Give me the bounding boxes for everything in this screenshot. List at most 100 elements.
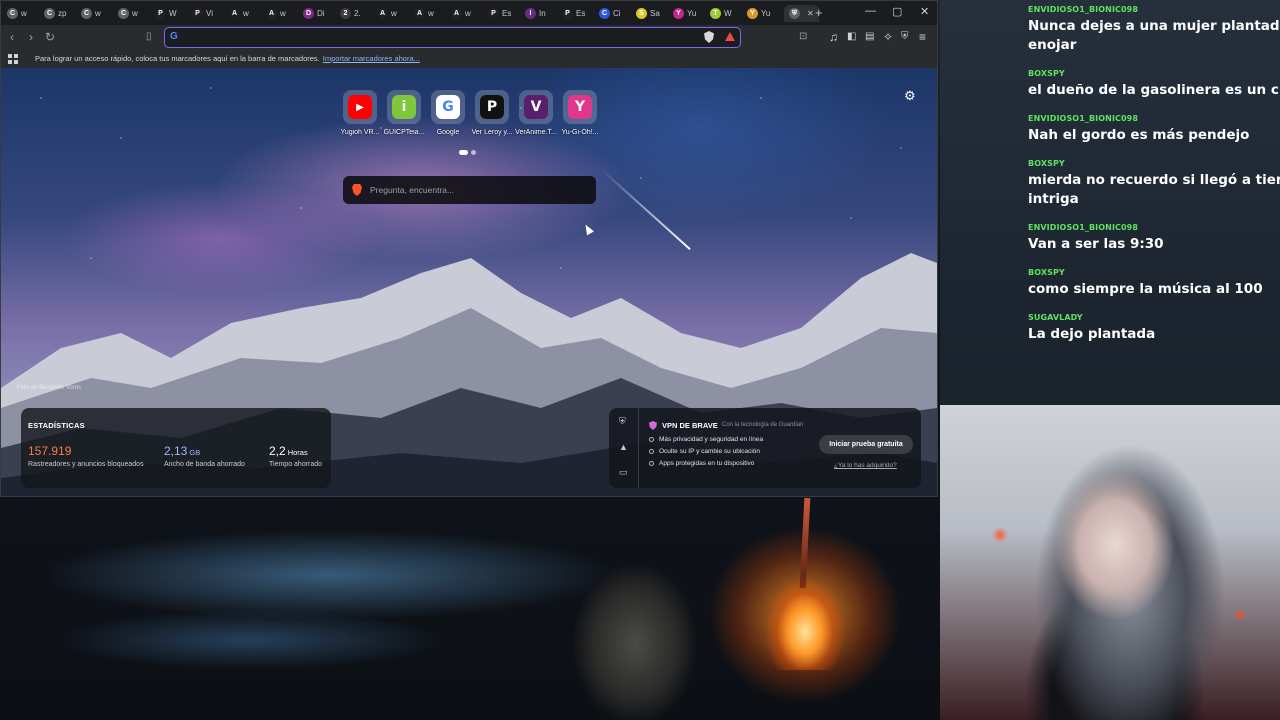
browser-tab[interactable]: Y Yu xyxy=(747,5,770,22)
youtube-icon: ▶ xyxy=(348,95,372,119)
active-tab[interactable]: ⛨ ✕ xyxy=(784,5,819,22)
brave-shields-icon[interactable] xyxy=(704,31,714,43)
toolbar: ‹ › ↻ ▯ G ⊡ ♫ ◧ ▤ ✧ ⛨ ≡ xyxy=(1,25,937,50)
tab-favicon-icon: P xyxy=(562,8,573,19)
vpn-tech-note: Con la tecnología de Guardian xyxy=(722,422,804,428)
new-tab-button[interactable]: + xyxy=(815,5,823,20)
tab-favicon-icon: P xyxy=(155,8,166,19)
tab-favicon-icon: D xyxy=(303,8,314,19)
chat-message: ENVIDIOSO1_BIONIC098 Nah el gordo es más… xyxy=(1028,114,1280,145)
browser-tab[interactable]: Aw xyxy=(377,5,397,22)
browser-tab[interactable]: Cw xyxy=(81,5,101,22)
wallet-icon[interactable]: ▤ xyxy=(865,30,874,44)
sidebar-icon[interactable]: ◧ xyxy=(847,30,856,44)
top-site-label: Yu-Gi-Oh!... xyxy=(561,129,599,136)
chat-username: ENVIDIOSO1_BIONIC098 xyxy=(1028,223,1138,232)
tab-favicon-icon: A xyxy=(414,8,425,19)
browser-tab[interactable]: Aw xyxy=(229,5,249,22)
browser-tab[interactable]: S Sa xyxy=(636,5,660,22)
address-bar[interactable]: G xyxy=(164,27,741,48)
tab-title: w xyxy=(95,9,101,18)
news-icon[interactable]: ▭ xyxy=(619,467,628,478)
tab-favicon-icon: T xyxy=(710,8,721,19)
chat-text-continued: enojar xyxy=(1028,37,1077,53)
start-trial-button[interactable]: Iniciar prueba gratuita xyxy=(819,435,913,454)
browser-tab[interactable]: P Vi xyxy=(192,5,213,22)
chat-username: ENVIDIOSO1_BIONIC098 xyxy=(1028,5,1138,14)
browser-tab[interactable]: P Es xyxy=(562,5,585,22)
stat-unit: GB xyxy=(189,448,201,457)
browser-tab[interactable]: I In xyxy=(525,5,546,22)
tab-favicon-icon: I xyxy=(525,8,536,19)
vpn-shield-icon[interactable]: ⛨ xyxy=(901,30,909,44)
chat-username: BOXSPY xyxy=(1028,268,1065,277)
chat-message: BOXSPY como siempre la música al 100 xyxy=(1028,268,1280,299)
pager-dot[interactable] xyxy=(471,150,476,155)
browser-tab[interactable]: Czp xyxy=(44,5,66,22)
tab-title: Di xyxy=(317,9,325,18)
pager-dot-active[interactable] xyxy=(459,150,468,155)
tab-favicon-icon: A xyxy=(451,8,462,19)
top-site-tile: i xyxy=(387,90,421,124)
chat-username: ENVIDIOSO1_BIONIC098 xyxy=(1028,114,1138,123)
tab-title: Es xyxy=(502,9,512,18)
minimize-button[interactable]: — xyxy=(865,5,876,17)
back-button[interactable]: ‹ xyxy=(10,30,14,44)
tab-title: w xyxy=(391,9,397,18)
browser-tab[interactable]: C Ci xyxy=(599,5,621,22)
shield-icon[interactable]: ⛨ xyxy=(619,416,626,427)
brave-rewards-icon[interactable] xyxy=(725,32,735,41)
stat-trackers: 157.919 Rastreadores y anuncios bloquead… xyxy=(28,444,144,468)
vpn-feature: Oculte su IP y cambie su ubicación xyxy=(649,448,760,455)
browser-tab[interactable]: Aw xyxy=(451,5,471,22)
stat-label: Ancho de banda ahorrado xyxy=(164,461,245,468)
google-icon: G xyxy=(436,95,460,119)
browser-tab[interactable]: PW xyxy=(155,5,177,22)
search-input[interactable] xyxy=(370,183,585,197)
stat-value: 2,13 GB xyxy=(164,444,245,458)
gear-icon[interactable]: ⚙ xyxy=(904,88,916,104)
screenshot-icon[interactable]: ⊡ xyxy=(799,30,807,44)
browser-window: Cw Czp Cw Cw P W P Vi Aw Aw D Di 2 2. Aw Aw Aw P Es I In P Es C… xyxy=(0,0,938,497)
url-input[interactable] xyxy=(185,30,685,44)
browser-tab[interactable]: D Di xyxy=(303,5,325,22)
forward-button[interactable]: › xyxy=(29,30,33,44)
check-icon xyxy=(649,448,654,454)
leo-ai-icon[interactable]: ✧ xyxy=(883,30,893,44)
import-bookmarks-link[interactable]: Importar marcadores ahora... xyxy=(323,54,420,63)
google-icon: G xyxy=(170,31,178,42)
reload-button[interactable]: ↻ xyxy=(45,30,55,44)
maximize-button[interactable]: ▢ xyxy=(892,5,902,18)
stream-chat: ENVIDIOSO1_BIONIC098 Nunca dejes a una m… xyxy=(940,0,1280,405)
bookmark-icon[interactable]: ▯ xyxy=(146,30,152,44)
browser-tab[interactable]: Y Yu xyxy=(673,5,696,22)
browser-tab[interactable]: Aw xyxy=(414,5,434,22)
already-purchased-link[interactable]: ¿Ya lo has adquirido? xyxy=(834,462,897,469)
music-icon[interactable]: ♫ xyxy=(829,30,838,44)
veranime-icon: V xyxy=(524,95,548,119)
close-window-button[interactable]: ✕ xyxy=(920,5,929,18)
browser-tab[interactable]: Aw xyxy=(266,5,286,22)
stat-bandwidth: 2,13 GB Ancho de banda ahorrado xyxy=(164,444,245,468)
rewards-triangle-icon[interactable]: ▲ xyxy=(619,442,628,452)
bonfire xyxy=(760,560,850,670)
chat-message: SUGAVLADY La dejo plantada xyxy=(1028,313,1280,344)
menu-icon[interactable]: ≡ xyxy=(919,30,926,44)
photo-credit[interactable]: Foto de Benjamin Voros xyxy=(17,385,81,391)
top-site-yugioh[interactable]: Y Yu-Gi-Oh!... xyxy=(549,90,611,136)
tab-favicon-icon: C xyxy=(118,8,129,19)
search-box[interactable] xyxy=(343,176,596,204)
browser-tab[interactable]: TW xyxy=(710,5,732,22)
streamer-avatar-art xyxy=(940,405,1280,720)
close-tab-icon[interactable]: ✕ xyxy=(807,9,814,18)
browser-tab[interactable]: Cw xyxy=(7,5,27,22)
tab-strip: Cw Czp Cw Cw P W P Vi Aw Aw D Di 2 2. Aw Aw Aw P Es I In P Es C… xyxy=(1,1,937,25)
tab-title: w xyxy=(465,9,471,18)
tab-title: w xyxy=(132,9,138,18)
browser-tab[interactable]: Cw xyxy=(118,5,138,22)
browser-tab[interactable]: 2 2. xyxy=(340,5,361,22)
tab-title: w xyxy=(428,9,434,18)
stat-value: 2,2 Horas xyxy=(269,444,322,458)
apps-grid-icon[interactable] xyxy=(8,54,18,64)
browser-tab[interactable]: P Es xyxy=(488,5,511,22)
